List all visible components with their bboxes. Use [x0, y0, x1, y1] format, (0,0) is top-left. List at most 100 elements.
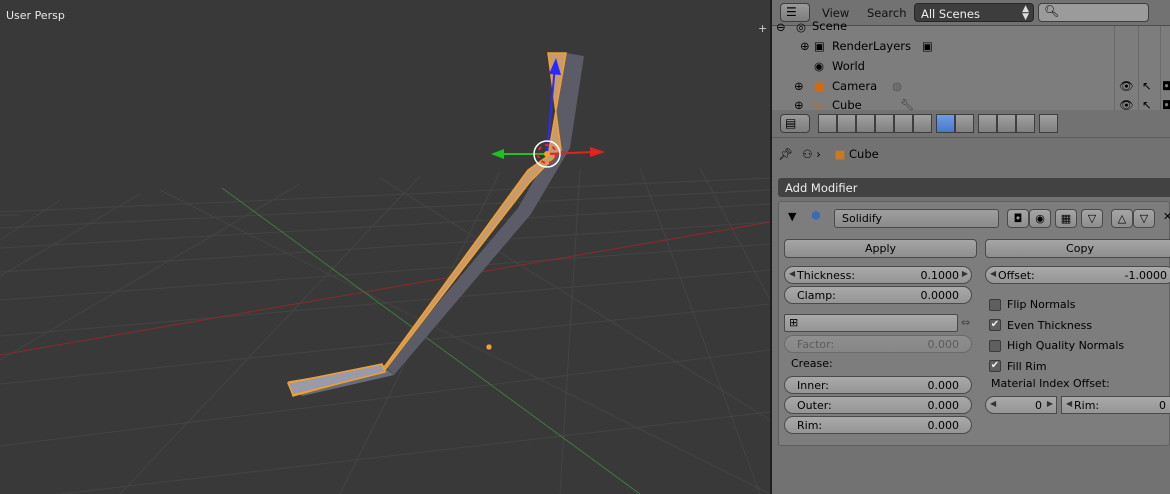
factor-value: 0.000 — [927, 338, 960, 351]
clamp-field[interactable]: Clamp: 0.0000 — [784, 286, 972, 304]
viewport-scene[interactable] — [0, 0, 770, 494]
outliner-row-cube[interactable]: ⊕ ▽ Cube 🔧︎ 👁︎ ↖ ◘ — [772, 95, 1170, 110]
viewport-toggle-icon[interactable]: ◉ — [1029, 209, 1051, 228]
move-down-icon[interactable]: ▽ — [1133, 209, 1155, 228]
row-label: Scene — [812, 19, 848, 33]
texture-tab-icon[interactable] — [997, 114, 1016, 133]
search-icon: 🔍︎ — [1044, 4, 1060, 18]
cube-object-icon: ■ — [834, 147, 846, 161]
move-up-icon[interactable]: △ — [1111, 209, 1133, 228]
cage-toggle-icon[interactable]: ▽ — [1081, 209, 1103, 228]
flip-normals-checkbox[interactable] — [989, 299, 1001, 311]
constraints-tab-icon[interactable] — [913, 114, 932, 133]
render-toggle-icon[interactable]: ◘ — [1007, 209, 1029, 228]
factor-field[interactable]: Factor: 0.000 — [784, 335, 972, 353]
renderlayers-tab-icon[interactable] — [837, 114, 856, 133]
thickness-field[interactable]: ◀ Thickness: 0.1000 ▶ — [784, 266, 972, 284]
outliner-row-renderlayers[interactable]: ⊕ ▣ RenderLayers ▣ — [772, 36, 1170, 56]
editmode-toggle-icon[interactable]: ▦ — [1055, 209, 1077, 228]
rim-crease-field[interactable]: Rim: 0.000 — [784, 416, 972, 434]
x-axis-line — [0, 221, 770, 356]
material-rim-value: 0 — [1159, 399, 1166, 412]
render-tab-icon[interactable] — [818, 114, 837, 133]
modifiers-tab-icon[interactable] — [936, 114, 955, 133]
world-tab-icon[interactable] — [875, 114, 894, 133]
row-label: RenderLayers — [832, 39, 911, 53]
decrement-arrow-icon[interactable]: ◀ — [990, 269, 996, 278]
inner-value: 0.000 — [927, 379, 960, 392]
scene-icon: ⚇ — [802, 147, 813, 161]
increment-arrow-icon[interactable]: ▶ — [962, 269, 968, 278]
editor-type-button[interactable]: ▤ — [780, 114, 810, 133]
visibility-eye-icon[interactable]: 👁︎ — [1119, 98, 1134, 110]
rim-label: Rim: — [797, 419, 823, 432]
inner-crease-field[interactable]: Inner: 0.000 — [784, 376, 972, 394]
data-tab-icon[interactable] — [955, 114, 974, 133]
world-icon: ◉ — [814, 59, 825, 73]
vertex-group-icon: ⊞ — [789, 316, 799, 329]
outer-label: Outer: — [797, 399, 832, 412]
offset-field[interactable]: ◀ Offset: -1.0000 — [985, 266, 1170, 284]
collapse-icon[interactable]: ⊖ — [776, 20, 786, 34]
material-offset-field[interactable]: ◀ 0 ▶ — [985, 396, 1057, 414]
scene-icon: ◎ — [796, 20, 807, 34]
modifier-name-input[interactable]: Solidify — [834, 209, 999, 228]
material-offset-value: 0 — [1035, 399, 1042, 412]
chevron-right-icon: › — [816, 147, 821, 161]
apply-button[interactable]: Apply — [784, 239, 977, 258]
outliner-row-scene[interactable]: ⊖ ◎ Scene — [772, 17, 1170, 37]
select-cursor-icon[interactable]: ↖ — [1142, 98, 1152, 110]
inner-label: Inner: — [797, 379, 829, 392]
copy-button[interactable]: Copy — [985, 239, 1170, 258]
decrement-arrow-icon[interactable]: ◀ — [789, 269, 795, 278]
expand-icon[interactable]: ⊕ — [794, 79, 804, 93]
row-label: Camera — [832, 79, 878, 93]
high-quality-normals-checkbox[interactable] — [989, 340, 1001, 352]
material-tab-icon[interactable] — [978, 114, 997, 133]
object-tab-icon[interactable] — [894, 114, 913, 133]
renderlayer-icon: ▣ — [922, 39, 933, 53]
high-quality-normals-label: High Quality Normals — [1007, 339, 1125, 352]
pin-icon[interactable]: 📌︎ — [778, 147, 793, 161]
plus-icon[interactable]: + — [758, 22, 767, 35]
thickness-value: 0.1000 — [920, 269, 960, 282]
select-cursor-icon[interactable]: ↖ — [1142, 79, 1152, 93]
solidify-modifier-icon: ⬢ — [811, 209, 821, 222]
outliner-row-world[interactable]: ◉ World — [772, 56, 1170, 76]
solidify-modifier-panel: ▼ ⬢ Solidify ◘ ◉ ▦ ▽ △ ▽ ✕ Apply Copy ◀ … — [778, 201, 1170, 446]
row-label: World — [832, 59, 865, 73]
crease-label: Crease: — [791, 357, 833, 370]
decrement-arrow-icon[interactable]: ◀ — [1066, 399, 1072, 408]
physics-tab-icon[interactable] — [1039, 114, 1058, 133]
outer-crease-field[interactable]: Outer: 0.000 — [784, 396, 972, 414]
invert-vgroup-icon[interactable]: ⇔ — [961, 316, 970, 329]
close-icon[interactable]: ✕ — [1163, 210, 1170, 223]
collapse-triangle-icon[interactable]: ▼ — [788, 210, 796, 223]
particles-tab-icon[interactable] — [1016, 114, 1035, 133]
expand-icon[interactable]: ⊕ — [794, 98, 804, 110]
render-camera-icon[interactable]: ◘ — [1162, 98, 1170, 110]
material-rim-field[interactable]: ◀ Rim: 0 — [1061, 396, 1170, 414]
outliner: ☰ View Search All Scenes ▲ ▼ 🔍︎ ⊖ ◎ Scene… — [772, 0, 1170, 110]
visibility-eye-icon[interactable]: 👁︎ — [1119, 79, 1134, 93]
decrement-arrow-icon[interactable]: ◀ — [990, 399, 996, 408]
modifier-wrench-icon: 🔧︎ — [900, 98, 915, 110]
outliner-row-camera[interactable]: ⊕ ■ Camera ◍ 👁︎ ↖ ◘ — [772, 76, 1170, 96]
breadcrumb-object: Cube — [849, 147, 879, 161]
breadcrumb: 📌︎ ⚇ › ■ Cube — [778, 147, 879, 161]
3d-viewport[interactable]: User Persp + — [0, 0, 770, 494]
properties-icon: ▤ — [785, 116, 797, 130]
material-rim-label: Rim: — [1074, 399, 1100, 412]
vertex-group-field[interactable]: ⊞ — [784, 314, 958, 332]
expand-icon[interactable]: ⊕ — [800, 39, 810, 53]
fill-rim-label: Fill Rim — [1007, 360, 1047, 373]
scene-tab-icon[interactable] — [856, 114, 875, 133]
transform-gizmo[interactable] — [491, 58, 605, 168]
offset-value: -1.0000 — [1124, 269, 1167, 282]
render-camera-icon[interactable]: ◘ — [1162, 79, 1170, 93]
increment-arrow-icon[interactable]: ▶ — [1047, 399, 1053, 408]
add-modifier-button[interactable]: Add Modifier — [778, 178, 1170, 197]
even-thickness-checkbox[interactable]: ✔ — [989, 319, 1001, 331]
fill-rim-checkbox[interactable]: ✔ — [989, 360, 1001, 372]
rim-value: 0.000 — [927, 419, 960, 432]
